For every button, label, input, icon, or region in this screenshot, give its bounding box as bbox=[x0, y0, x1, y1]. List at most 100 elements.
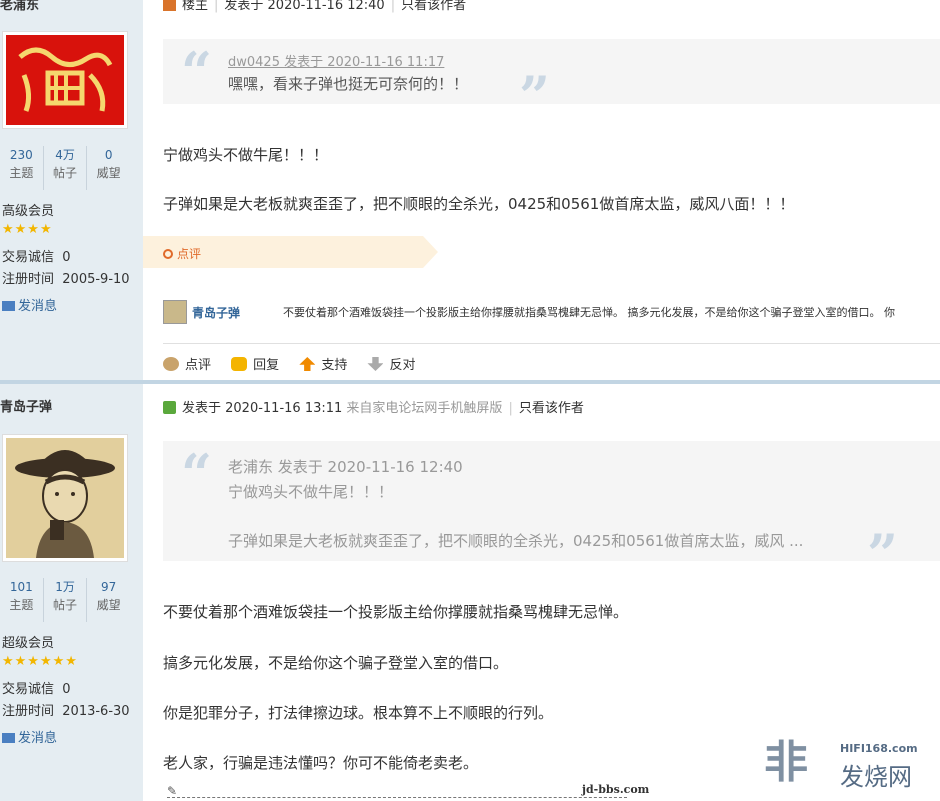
commenter-name[interactable]: 青岛子弹 bbox=[192, 304, 240, 321]
register-date: 注册时间 2005-9-10 bbox=[2, 268, 130, 287]
open-quote-icon: “ bbox=[181, 442, 213, 506]
comment-tab-label: 点评 bbox=[177, 247, 202, 261]
rank-stars: ★★★★★★ bbox=[2, 654, 78, 669]
stat-value: 0 bbox=[104, 148, 113, 162]
envelope-icon bbox=[2, 301, 15, 311]
quote-text: 宁做鸡头不做牛尾！！！ bbox=[228, 483, 394, 501]
stat-value: 101 bbox=[9, 580, 33, 594]
member-rank[interactable]: 高级会员 bbox=[2, 200, 54, 219]
action-divider bbox=[163, 343, 940, 344]
mobile-icon bbox=[163, 401, 176, 414]
close-quote-icon: ” bbox=[519, 64, 551, 128]
quote-text: 子弹如果是大老板就爽歪歪了，把不顺眼的全杀光，0425和0561做首席太监，威风… bbox=[228, 532, 804, 550]
envelope-icon bbox=[2, 733, 15, 743]
stat-value: 230 bbox=[9, 148, 33, 162]
rank-stars: ★★★★ bbox=[2, 222, 53, 237]
author-name[interactable]: 青岛子弹 bbox=[0, 396, 52, 415]
author-stats: 230 主题 4万帖子 0 威望 bbox=[0, 146, 130, 190]
reply-icon bbox=[231, 357, 248, 371]
oppose-button[interactable]: 反对 bbox=[367, 357, 416, 373]
send-message-label: 发消息 bbox=[18, 299, 58, 314]
stat-prestige[interactable]: 0 威望 bbox=[87, 146, 130, 190]
stat-topics[interactable]: 230 主题 bbox=[0, 146, 44, 190]
only-author-link[interactable]: 只看该作者 bbox=[519, 401, 584, 416]
send-message-label: 发消息 bbox=[18, 731, 58, 746]
post-time: 发表于 2020-11-16 12:40 bbox=[224, 0, 385, 13]
stat-value: 4万 bbox=[55, 148, 75, 162]
comment-button[interactable]: 点评 bbox=[163, 357, 212, 373]
quote-block: “ dw0425 发表于 2020-11-16 11:17 嘿嘿，看来子弹也挺无… bbox=[163, 39, 940, 123]
watermark-site: HIFI168.com bbox=[840, 742, 918, 755]
post-time: 发表于 2020-11-16 13:11 bbox=[182, 401, 343, 416]
post-header: 楼主 | 发表于 2020-11-16 12:40 | 只看该作者 bbox=[163, 0, 466, 13]
comment-item: 青岛子弹 不要仗着那个酒难饭袋挂一个投影版主给你撑腰就指桑骂槐肆无忌惮。 搞多元… bbox=[163, 300, 940, 324]
avatar[interactable] bbox=[2, 434, 128, 562]
arrow-down-icon bbox=[367, 357, 384, 371]
stat-posts[interactable]: 1万帖子 bbox=[44, 578, 88, 622]
comment-text: 不要仗着那个酒难饭袋挂一个投影版主给你撑腰就指桑骂槐肆无忌惮。 搞多元化发展，不… bbox=[283, 306, 895, 319]
avatar[interactable] bbox=[2, 31, 128, 129]
trade-credit: 交易诚信 0 bbox=[2, 678, 71, 697]
stat-label: 威望 bbox=[96, 166, 121, 180]
post-body-line: 搞多元化发展，不是给你这个骗子登堂入室的借口。 bbox=[163, 654, 509, 672]
pencil-icon: ✎ bbox=[167, 784, 178, 798]
post-body-line: 宁做鸡头不做牛尾！！！ bbox=[163, 146, 329, 164]
signature-divider: ✎ bbox=[167, 784, 627, 798]
support-label: 支持 bbox=[321, 358, 348, 373]
send-message-link[interactable]: 发消息 bbox=[2, 727, 57, 746]
comment-label: 点评 bbox=[185, 358, 212, 373]
post-body-line: 你是犯罪分子，打法律擦边球。根本算不上不顺眼的行列。 bbox=[163, 704, 554, 722]
post-actions: 点评 回复 支持 反对 bbox=[163, 354, 431, 373]
stat-value: 1万 bbox=[55, 580, 75, 594]
comment-section-tab[interactable]: 点评 bbox=[143, 236, 438, 268]
stat-label: 威望 bbox=[96, 598, 121, 612]
trade-credit: 交易诚信 0 bbox=[2, 246, 71, 265]
owner-badge: 楼主 bbox=[182, 0, 209, 13]
send-message-link[interactable]: 发消息 bbox=[2, 295, 57, 314]
stat-topics[interactable]: 101 主题 bbox=[0, 578, 44, 622]
register-label: 注册时间 bbox=[2, 704, 55, 719]
reply-label: 回复 bbox=[253, 358, 280, 373]
close-quote-icon: ” bbox=[867, 522, 899, 586]
trade-value: 0 bbox=[62, 682, 71, 697]
reply-button[interactable]: 回复 bbox=[231, 357, 280, 373]
arrow-up-icon bbox=[299, 357, 316, 371]
stat-label: 主题 bbox=[9, 598, 34, 612]
author-name[interactable]: 老浦东 bbox=[0, 0, 39, 13]
commenter-avatar[interactable] bbox=[163, 300, 187, 324]
post-body-line: 子弹如果是大老板就爽歪歪了，把不顺眼的全杀光，0425和0561做首席太监，威风… bbox=[163, 195, 795, 213]
comment-icon bbox=[163, 357, 179, 371]
register-value: 2013-6-30 bbox=[62, 704, 130, 719]
member-rank[interactable]: 超级会员 bbox=[2, 632, 54, 651]
oppose-label: 反对 bbox=[389, 358, 416, 373]
stat-label: 主题 bbox=[9, 166, 34, 180]
post-body-line: 老人家，行骗是违法懂吗？你可不能倚老卖老。 bbox=[163, 754, 479, 772]
signature-text[interactable]: jd-bbs.com bbox=[582, 783, 649, 796]
avatar-image bbox=[6, 35, 124, 125]
only-author-link[interactable]: 只看该作者 bbox=[401, 0, 466, 13]
post-body-line: 不要仗着那个酒难饭袋挂一个投影版主给你撑腰就指桑骂槐肆无忌惮。 bbox=[163, 603, 629, 621]
support-button[interactable]: 支持 bbox=[299, 357, 348, 373]
open-quote-icon: “ bbox=[181, 40, 213, 104]
quote-author-link[interactable]: dw0425 发表于 2020-11-16 11:17 bbox=[228, 55, 444, 70]
register-date: 注册时间 2013-6-30 bbox=[2, 700, 130, 719]
quote-author[interactable]: 老浦东 发表于 2020-11-16 12:40 bbox=[228, 456, 463, 477]
quote-text: 嘿嘿，看来子弹也挺无可奈何的！！ bbox=[228, 75, 469, 93]
circle-icon bbox=[163, 249, 173, 259]
quote-block: “ 老浦东 发表于 2020-11-16 12:40 宁做鸡头不做牛尾！！！ 子… bbox=[163, 441, 940, 581]
author-block-2: 青岛子弹 101 主题 1万 帖子 97 威望 超级会员 ★★★★★★ 交易诚信 0 … bbox=[0, 384, 143, 801]
stat-label: 帖子 bbox=[53, 166, 78, 180]
stat-label: 帖子 bbox=[53, 598, 78, 612]
post-header: 发表于 2020-11-16 13:11 来自家电论坛网手机触屏版 | 只看该作者 bbox=[163, 397, 584, 416]
stat-value: 97 bbox=[101, 580, 117, 594]
stat-prestige[interactable]: 97 威望 bbox=[87, 578, 130, 622]
stat-posts[interactable]: 4万帖子 bbox=[44, 146, 88, 190]
trade-label: 交易诚信 bbox=[2, 250, 55, 265]
watermark-logo: 非 bbox=[764, 737, 808, 788]
watermark-name: 发烧网 bbox=[840, 763, 912, 791]
trade-value: 0 bbox=[62, 250, 71, 265]
register-value: 2005-9-10 bbox=[62, 272, 130, 287]
post-source[interactable]: 来自家电论坛网手机触屏版 bbox=[346, 401, 502, 416]
avatar-image bbox=[6, 438, 124, 558]
site-watermark: 非 HIFI168.com 发烧网 bbox=[764, 735, 940, 791]
